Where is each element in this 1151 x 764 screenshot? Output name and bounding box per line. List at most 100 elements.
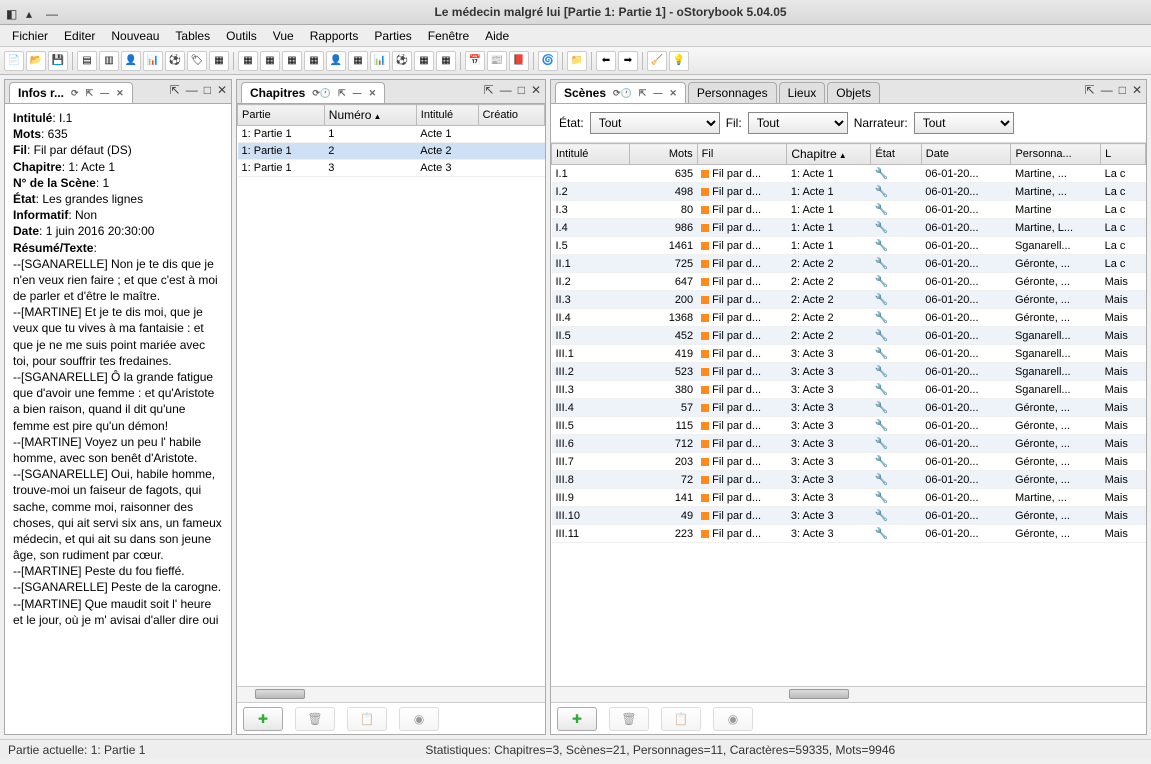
table-row[interactable]: 1: Partie 12Acte 2 bbox=[238, 143, 545, 160]
tb-grid3-icon[interactable]: ▦ bbox=[282, 51, 302, 71]
tab-chapitres[interactable]: Chapitres ⟳🕐 ⇱ — ✕ bbox=[241, 82, 385, 103]
table-row[interactable]: III.872Fil par d...3: Acte 3🔧06-01-20...… bbox=[552, 471, 1146, 489]
tb-grid1-icon[interactable]: ▦ bbox=[238, 51, 258, 71]
table-row[interactable]: 1: Partie 11Acte 1 bbox=[238, 126, 545, 143]
copy-button[interactable]: 📋 bbox=[661, 707, 701, 731]
tab-lieux[interactable]: Lieux bbox=[779, 82, 826, 103]
menu-fenetre[interactable]: Fenêtre bbox=[422, 27, 475, 45]
tb-doc-icon[interactable]: 📰 bbox=[487, 51, 507, 71]
tb-back-icon[interactable]: ⬅ bbox=[596, 51, 616, 71]
col-etat[interactable]: État bbox=[871, 144, 921, 165]
panel-max-icon[interactable]: □ bbox=[518, 83, 525, 97]
tb-chart2-icon[interactable]: 📊 bbox=[370, 51, 390, 71]
table-row[interactable]: II.5452Fil par d...2: Acte 2🔧06-01-20...… bbox=[552, 327, 1146, 345]
tb-person-icon[interactable]: 👤 bbox=[121, 51, 141, 71]
min-icon[interactable]: — bbox=[353, 88, 362, 98]
tb-open-icon[interactable]: 📂 bbox=[26, 51, 46, 71]
col-numero[interactable]: Numéro▲ bbox=[324, 105, 416, 126]
table-row[interactable]: II.2647Fil par d...2: Acte 2🔧06-01-20...… bbox=[552, 273, 1146, 291]
misc-button[interactable]: ◉ bbox=[399, 707, 439, 731]
col-creation[interactable]: Créatio bbox=[478, 105, 544, 126]
table-row[interactable]: I.380Fil par d...1: Acte 1🔧06-01-20...Ma… bbox=[552, 201, 1146, 219]
panel-undock-icon[interactable]: ⇱ bbox=[484, 83, 494, 97]
table-row[interactable]: III.7203Fil par d...3: Acte 3🔧06-01-20..… bbox=[552, 453, 1146, 471]
menu-tables[interactable]: Tables bbox=[169, 27, 216, 45]
tb-grid2-icon[interactable]: ▦ bbox=[260, 51, 280, 71]
panel-close-icon[interactable]: ✕ bbox=[217, 83, 227, 97]
fil-select[interactable]: Tout bbox=[748, 112, 848, 134]
panel-close-icon[interactable]: ✕ bbox=[1132, 83, 1142, 97]
tb-grid5-icon[interactable]: ▦ bbox=[348, 51, 368, 71]
col-chapitre[interactable]: Chapitre▲ bbox=[787, 144, 871, 165]
min-icon[interactable]: — bbox=[653, 88, 662, 98]
tb-ball2-icon[interactable]: ⚽ bbox=[392, 51, 412, 71]
misc-button[interactable]: ◉ bbox=[713, 707, 753, 731]
window-minimize-icon[interactable]: — bbox=[46, 7, 56, 17]
tb-new-icon[interactable]: 📄 bbox=[4, 51, 24, 71]
col-intitule[interactable]: Intitulé bbox=[416, 105, 478, 126]
refresh-icon[interactable]: ⟳ bbox=[71, 88, 79, 99]
menu-nouveau[interactable]: Nouveau bbox=[105, 27, 165, 45]
hscrollbar[interactable] bbox=[237, 686, 545, 702]
tb-ball-icon[interactable]: ⚽ bbox=[165, 51, 185, 71]
table-row[interactable]: III.6712Fil par d...3: Acte 3🔧06-01-20..… bbox=[552, 435, 1146, 453]
pin-icon[interactable]: ⇱ bbox=[639, 88, 647, 99]
tab-scenes[interactable]: Scènes ⟳🕐 ⇱ — ✕ bbox=[555, 82, 686, 103]
tab-objets[interactable]: Objets bbox=[827, 82, 880, 103]
tb-view2-icon[interactable]: ▥ bbox=[99, 51, 119, 71]
tb-chart-icon[interactable]: 📊 bbox=[143, 51, 163, 71]
window-rollup-icon[interactable]: ▴ bbox=[26, 7, 36, 17]
add-button[interactable]: ✚ bbox=[557, 707, 597, 731]
tb-tag-icon[interactable]: 🏷 bbox=[187, 51, 207, 71]
tb-eraser-icon[interactable]: 🧹 bbox=[647, 51, 667, 71]
panel-close-icon[interactable]: ✕ bbox=[531, 83, 541, 97]
table-row[interactable]: 1: Partie 13Acte 3 bbox=[238, 160, 545, 177]
close-icon[interactable]: ✕ bbox=[369, 88, 377, 99]
table-row[interactable]: III.3380Fil par d...3: Acte 3🔧06-01-20..… bbox=[552, 381, 1146, 399]
table-row[interactable]: II.41368Fil par d...2: Acte 2🔧06-01-20..… bbox=[552, 309, 1146, 327]
panel-min-icon[interactable]: — bbox=[1101, 83, 1113, 97]
table-row[interactable]: I.51461Fil par d...1: Acte 1🔧06-01-20...… bbox=[552, 237, 1146, 255]
table-row[interactable]: II.1725Fil par d...2: Acte 2🔧06-01-20...… bbox=[552, 255, 1146, 273]
panel-undock-icon[interactable]: ⇱ bbox=[1085, 83, 1095, 97]
table-row[interactable]: I.1635Fil par d...1: Acte 1🔧06-01-20...M… bbox=[552, 165, 1146, 183]
close-icon[interactable]: ✕ bbox=[669, 88, 677, 99]
table-row[interactable]: II.3200Fil par d...2: Acte 2🔧06-01-20...… bbox=[552, 291, 1146, 309]
pin-icon[interactable]: ⇱ bbox=[338, 88, 346, 99]
tb-spiral-icon[interactable]: 🌀 bbox=[538, 51, 558, 71]
tb-calendar-icon[interactable]: 📅 bbox=[465, 51, 485, 71]
tb-bulb-icon[interactable]: 💡 bbox=[669, 51, 689, 71]
tb-fwd-icon[interactable]: ➡ bbox=[618, 51, 638, 71]
delete-button[interactable]: 🗑 bbox=[609, 707, 649, 731]
panel-min-icon[interactable]: — bbox=[500, 83, 512, 97]
etat-select[interactable]: Tout bbox=[590, 112, 720, 134]
table-row[interactable]: III.1419Fil par d...3: Acte 3🔧06-01-20..… bbox=[552, 345, 1146, 363]
scenes-table[interactable]: Intitulé Mots Fil Chapitre▲ État Date Pe… bbox=[551, 143, 1146, 543]
menu-vue[interactable]: Vue bbox=[267, 27, 300, 45]
table-row[interactable]: III.2523Fil par d...3: Acte 3🔧06-01-20..… bbox=[552, 363, 1146, 381]
col-partie[interactable]: Partie bbox=[238, 105, 325, 126]
menu-parties[interactable]: Parties bbox=[368, 27, 417, 45]
tb-view1-icon[interactable]: ▤ bbox=[77, 51, 97, 71]
col-person[interactable]: Personna... bbox=[1011, 144, 1101, 165]
menu-aide[interactable]: Aide bbox=[479, 27, 515, 45]
panel-max-icon[interactable]: □ bbox=[204, 83, 211, 97]
table-row[interactable]: III.1049Fil par d...3: Acte 3🔧06-01-20..… bbox=[552, 507, 1146, 525]
table-row[interactable]: III.9141Fil par d...3: Acte 3🔧06-01-20..… bbox=[552, 489, 1146, 507]
tb-book-icon[interactable]: 📕 bbox=[509, 51, 529, 71]
add-button[interactable]: ✚ bbox=[243, 707, 283, 731]
tb-person2-icon[interactable]: 👤 bbox=[326, 51, 346, 71]
info-body[interactable]: Intitulé: I.1 Mots: 635 Fil: Fil par déf… bbox=[5, 104, 231, 634]
panel-undock-icon[interactable]: ⇱ bbox=[170, 83, 180, 97]
tab-personnages[interactable]: Personnages bbox=[688, 82, 777, 103]
panel-min-icon[interactable]: — bbox=[186, 83, 198, 97]
menu-editer[interactable]: Editer bbox=[58, 27, 101, 45]
tab-infos[interactable]: Infos r... ⟳ ⇱ — ✕ bbox=[9, 82, 133, 103]
table-row[interactable]: III.11223Fil par d...3: Acte 3🔧06-01-20.… bbox=[552, 525, 1146, 543]
chapitres-table[interactable]: Partie Numéro▲ Intitulé Créatio 1: Parti… bbox=[237, 104, 545, 177]
panel-max-icon[interactable]: □ bbox=[1119, 83, 1126, 97]
col-fil[interactable]: Fil bbox=[697, 144, 787, 165]
col-date[interactable]: Date bbox=[921, 144, 1011, 165]
menu-rapports[interactable]: Rapports bbox=[304, 27, 365, 45]
tb-folder-icon[interactable]: 📁 bbox=[567, 51, 587, 71]
